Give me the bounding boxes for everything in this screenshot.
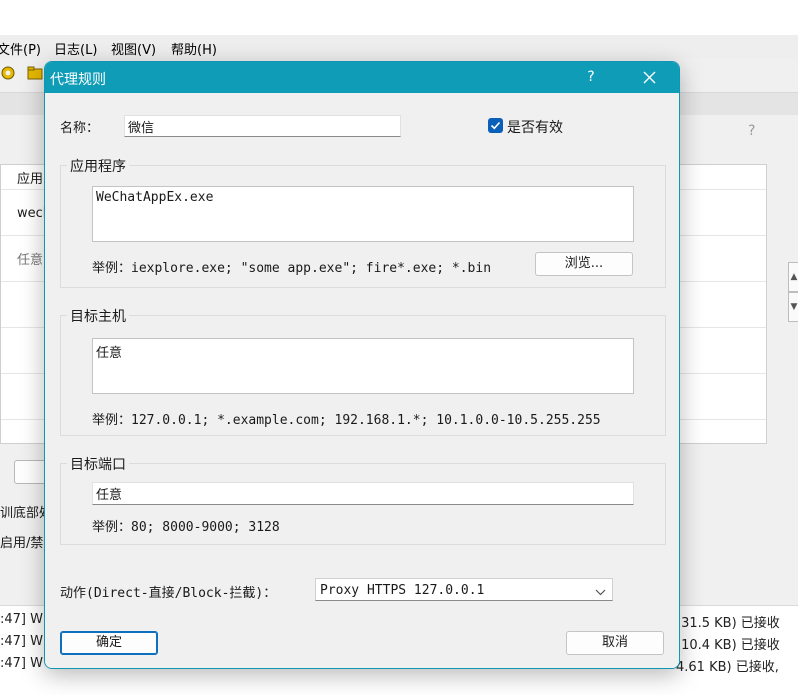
action-label: 动作(Direct-直接/Block-拦截)：	[60, 586, 277, 601]
chevron-down-icon	[595, 585, 606, 600]
enabled-checkbox[interactable]	[488, 118, 503, 133]
dialog-title: 代理规则	[50, 72, 106, 88]
menu-file[interactable]: 文件(P)	[0, 39, 41, 58]
application-input[interactable]: WeChatAppEx.exe	[92, 186, 634, 242]
list-header-app: 应用	[17, 172, 44, 187]
cancel-button[interactable]: 取消	[566, 631, 664, 655]
browse-button[interactable]: 浏览...	[535, 252, 633, 276]
log-line-right: 4.61 KB) 已接收,	[676, 660, 779, 675]
target-port-input[interactable]: 任意	[92, 482, 634, 505]
log-line-left: :47] W	[0, 634, 43, 649]
target-host-group-title: 目标主机	[67, 306, 129, 326]
name-field[interactable]: 微信	[124, 115, 401, 137]
log-line-right: (10.4 KB) 已接收	[676, 638, 780, 653]
enabled-label: 是否有效	[507, 120, 563, 136]
menu-help[interactable]: 帮助(H)	[171, 39, 217, 58]
target-host-group: 目标主机 任意 举例：127.0.0.1; *.example.com; 192…	[60, 306, 666, 436]
target-port-example: 举例：80; 8000-9000; 3128	[92, 520, 280, 535]
target-host-example: 举例：127.0.0.1; *.example.com; 192.168.1.*…	[92, 413, 601, 428]
help-icon[interactable]: ?	[748, 123, 755, 139]
ok-button[interactable]: 确定	[60, 631, 158, 655]
move-up-button[interactable]: ▲	[788, 262, 798, 292]
close-icon[interactable]	[633, 62, 667, 93]
move-down-button[interactable]: ▼	[788, 292, 798, 322]
list-item[interactable]: 任意	[17, 249, 43, 268]
help-icon[interactable]: ?	[577, 62, 605, 93]
log-line-right: (31.5 KB) 已接收	[676, 616, 780, 631]
background-top	[0, 0, 798, 35]
application-group-title: 应用程序	[67, 156, 129, 176]
target-port-group-title: 目标端口	[67, 454, 129, 474]
target-port-group: 目标端口 任意 举例：80; 8000-9000; 3128	[60, 454, 666, 545]
proxy-rule-dialog: 代理规则 ? 名称： 微信 是否有效 应用程序 WeChatAppEx.exe …	[44, 61, 680, 669]
dialog-title-bar[interactable]: 代理规则 ?	[45, 62, 679, 93]
target-host-input[interactable]: 任意	[92, 338, 634, 394]
dialog-body: 名称： 微信 是否有效 应用程序 WeChatAppEx.exe 举例：iexp…	[45, 93, 679, 668]
log-line-left: :47] W	[0, 656, 43, 671]
application-example: 举例：iexplore.exe; "some app.exe"; fire*.e…	[92, 261, 492, 276]
enable-disable-hint: 启用/禁	[0, 536, 44, 551]
menu-log[interactable]: 日志(L)	[54, 39, 97, 58]
menu-view[interactable]: 视图(V)	[111, 39, 156, 58]
folder-icon[interactable]	[27, 65, 43, 81]
menu-bar: 文件(P) 日志(L) 视图(V) 帮助(H)	[0, 35, 798, 59]
application-group: 应用程序 WeChatAppEx.exe 举例：iexplore.exe; "s…	[60, 156, 666, 288]
log-line-left: :47] W	[0, 612, 43, 627]
name-label: 名称：	[60, 121, 100, 136]
action-select[interactable]: Proxy HTTPS 127.0.0.1	[315, 578, 613, 601]
action-select-value: Proxy HTTPS 127.0.0.1	[320, 583, 485, 598]
gear-icon[interactable]	[0, 65, 16, 81]
